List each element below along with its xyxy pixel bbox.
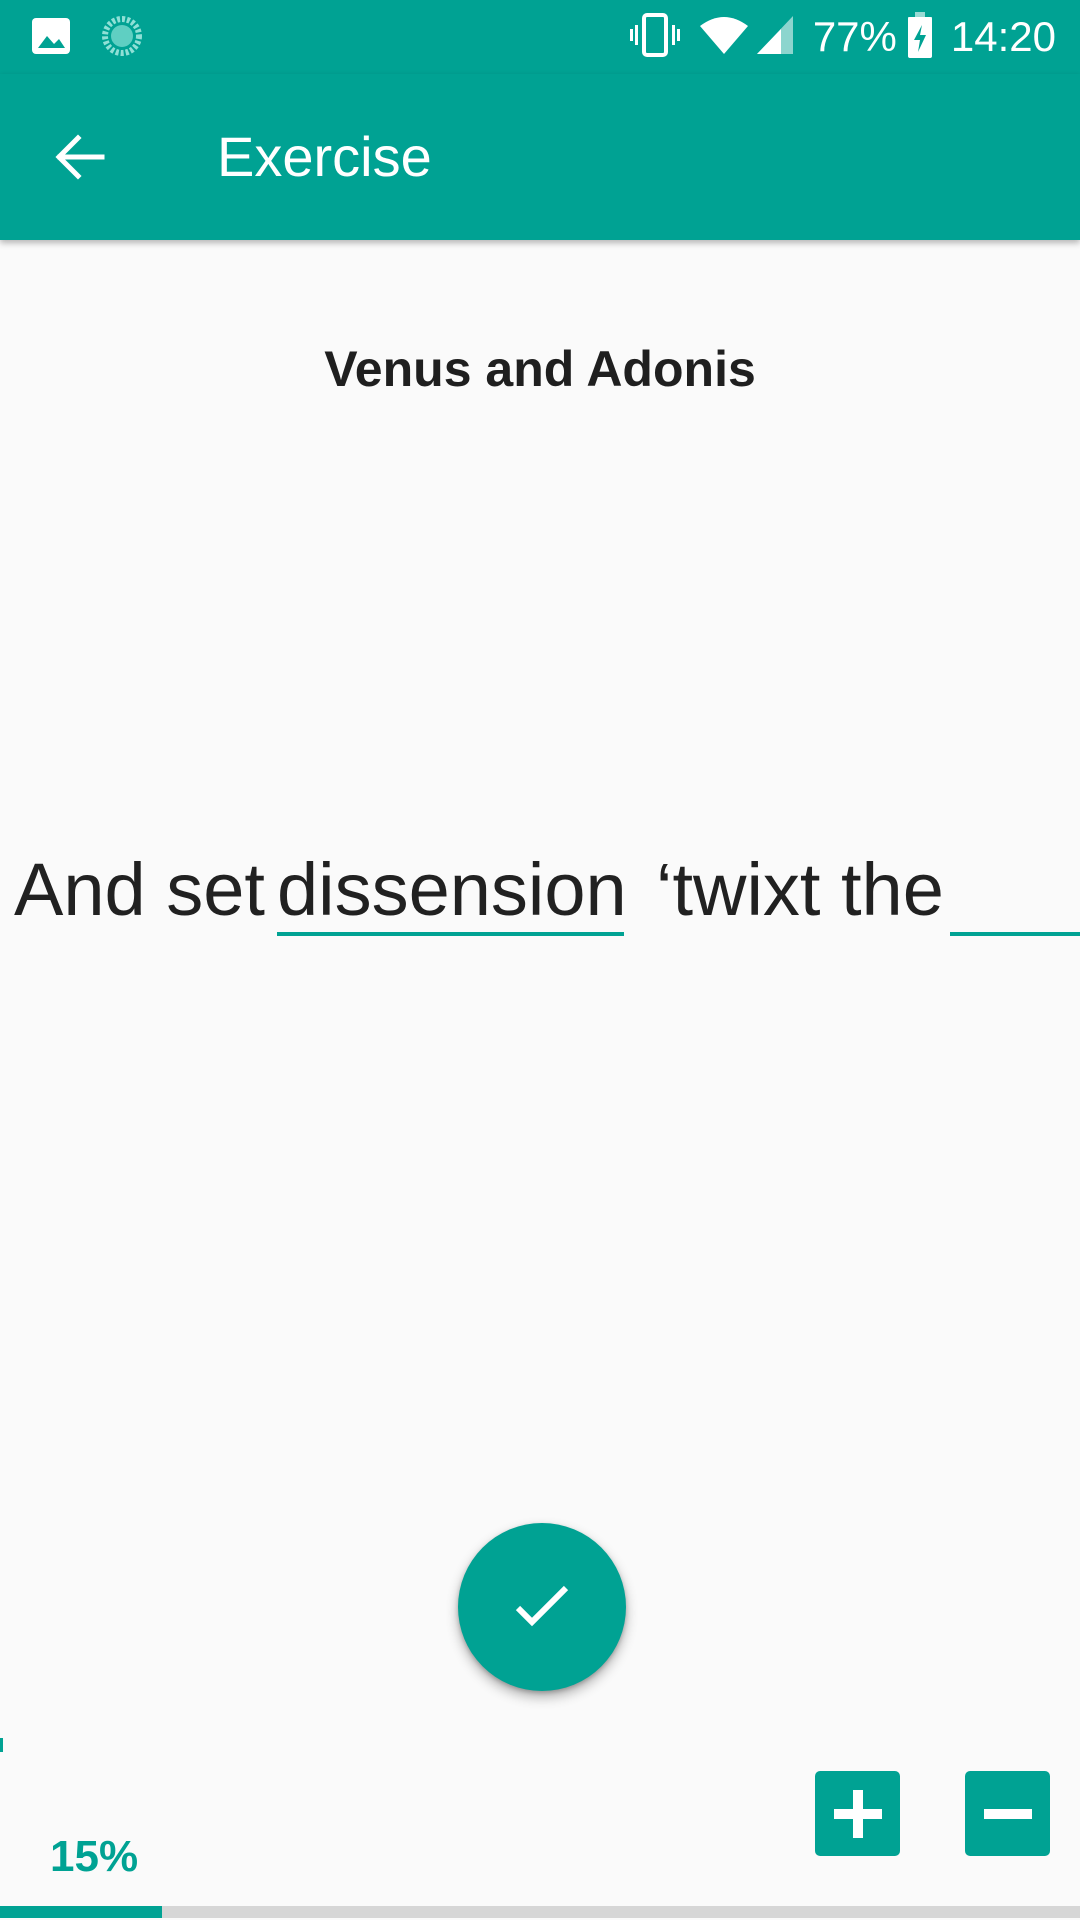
battery-charging-icon [907,11,933,64]
clock: 14:20 [950,13,1056,60]
poem-title: Venus and Adonis [324,341,756,397]
app-bar: Exercise [0,74,1080,240]
plus-icon [833,1789,882,1838]
check-answer-button[interactable] [458,1523,626,1691]
increase-button[interactable] [815,1771,900,1856]
filled-blank-underline [277,932,624,936]
status-bar: 77% 14:20 [0,0,1080,74]
line-text-before: And set [14,848,265,931]
battery-percent: 77% [812,13,897,60]
sync-icon [100,14,144,63]
progress-marker [0,1738,3,1752]
gallery-icon [30,14,72,63]
back-button[interactable] [40,117,120,197]
progress-percent: 15% [50,1832,139,1881]
vibrate-icon [629,11,681,64]
page-title: Exercise [217,125,432,188]
status-icons: 77% 14:20 [611,0,1056,74]
filled-blank[interactable]: dissension [277,845,627,935]
arrow-back-icon [55,134,105,180]
line-text-after: ‘twixt the [656,848,944,931]
progress-bar [0,1906,1080,1918]
signal-icon [755,14,795,61]
check-icon [515,1585,569,1627]
decrease-button[interactable] [965,1771,1050,1856]
wifi-icon [699,14,749,61]
minus-icon [983,1808,1032,1819]
empty-blank-underline [950,932,1080,936]
progress-fill [0,1906,162,1918]
